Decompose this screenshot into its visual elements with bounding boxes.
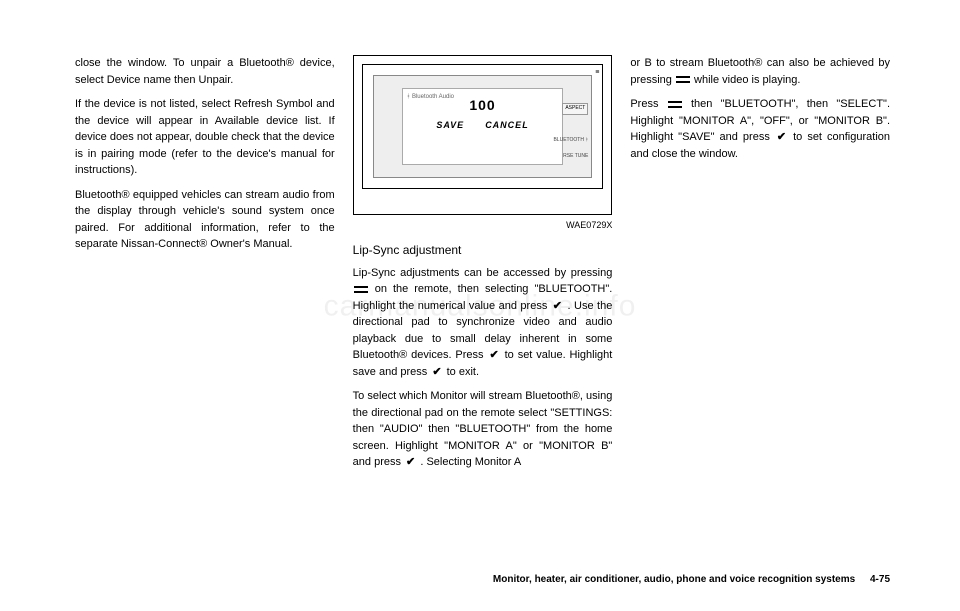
- col2-p1e: to exit.: [447, 366, 479, 378]
- col2-p1a: Lip-Sync adjustments can be accessed by …: [353, 267, 613, 279]
- bluetooth-side-label: BLUETOOTH ᚼ: [553, 137, 588, 145]
- figure-code: WAE0729X: [353, 219, 613, 233]
- menu-lines-icon: [354, 285, 368, 294]
- check-icon: ✔: [406, 454, 415, 471]
- footer-section: Monitor, heater, air conditioner, audio,…: [493, 574, 855, 585]
- cancel-label: CANCEL: [485, 120, 529, 130]
- check-icon: ✔: [432, 364, 441, 381]
- bt-side-icon: ᚼ: [585, 137, 588, 143]
- col1-p1: close the window. To unpair a Bluetooth®…: [75, 55, 335, 88]
- figure-box: ≡ ᚼ Bluetooth Audio 100 SAVE: [353, 55, 613, 215]
- col3-p2a: Press: [630, 98, 666, 110]
- col3-p2: Press then "BLUETOOTH", then "SELECT". H…: [630, 96, 890, 162]
- col1-p3: Bluetooth® equipped vehicles can stream …: [75, 187, 335, 253]
- col3-p1b: while video is playing.: [694, 74, 800, 86]
- screen-inner: ᚼ Bluetooth Audio 100 SAVE CANCEL ASPECT: [373, 75, 593, 178]
- col2-p2: To select which Monitor will stream Blue…: [353, 388, 613, 471]
- bt-audio-text: Bluetooth Audio: [412, 94, 454, 100]
- column-2: ≡ ᚼ Bluetooth Audio 100 SAVE: [353, 55, 613, 535]
- fig-buttons: SAVE CANCEL: [407, 119, 559, 133]
- check-icon: ✔: [553, 298, 562, 315]
- screen-content: ᚼ Bluetooth Audio 100 SAVE CANCEL ASPECT: [402, 88, 564, 165]
- menu-lines-icon: [668, 100, 682, 109]
- lip-sync-heading: Lip-Sync adjustment: [353, 241, 613, 259]
- col1-p2: If the device is not listed, select Refr…: [75, 96, 335, 179]
- bt-icon: ᚼ: [407, 94, 411, 100]
- col3-p1: or B to stream Bluetooth® can also be ac…: [630, 55, 890, 88]
- save-label: SAVE: [436, 120, 464, 130]
- page-footer: Monitor, heater, air conditioner, audio,…: [493, 572, 890, 587]
- bt-audio-label: ᚼ Bluetooth Audio: [407, 93, 454, 102]
- col2-p1: Lip-Sync adjustments can be accessed by …: [353, 265, 613, 381]
- aspect-label: ASPECT: [562, 103, 588, 115]
- page-columns: close the window. To unpair a Bluetooth®…: [75, 55, 890, 535]
- menu-lines-icon: [676, 75, 690, 84]
- tune-label: RSE TUNE: [563, 153, 588, 161]
- col2-p2b: . Selecting Monitor A: [420, 457, 521, 469]
- check-icon: ✔: [777, 129, 786, 146]
- screen-outer: ≡ ᚼ Bluetooth Audio 100 SAVE: [362, 64, 604, 189]
- column-3: or B to stream Bluetooth® can also be ac…: [630, 55, 890, 535]
- menu-icon: ≡: [595, 68, 599, 79]
- column-1: close the window. To unpair a Bluetooth®…: [75, 55, 335, 535]
- check-icon: ✔: [489, 347, 498, 364]
- footer-page: 4-75: [870, 574, 890, 585]
